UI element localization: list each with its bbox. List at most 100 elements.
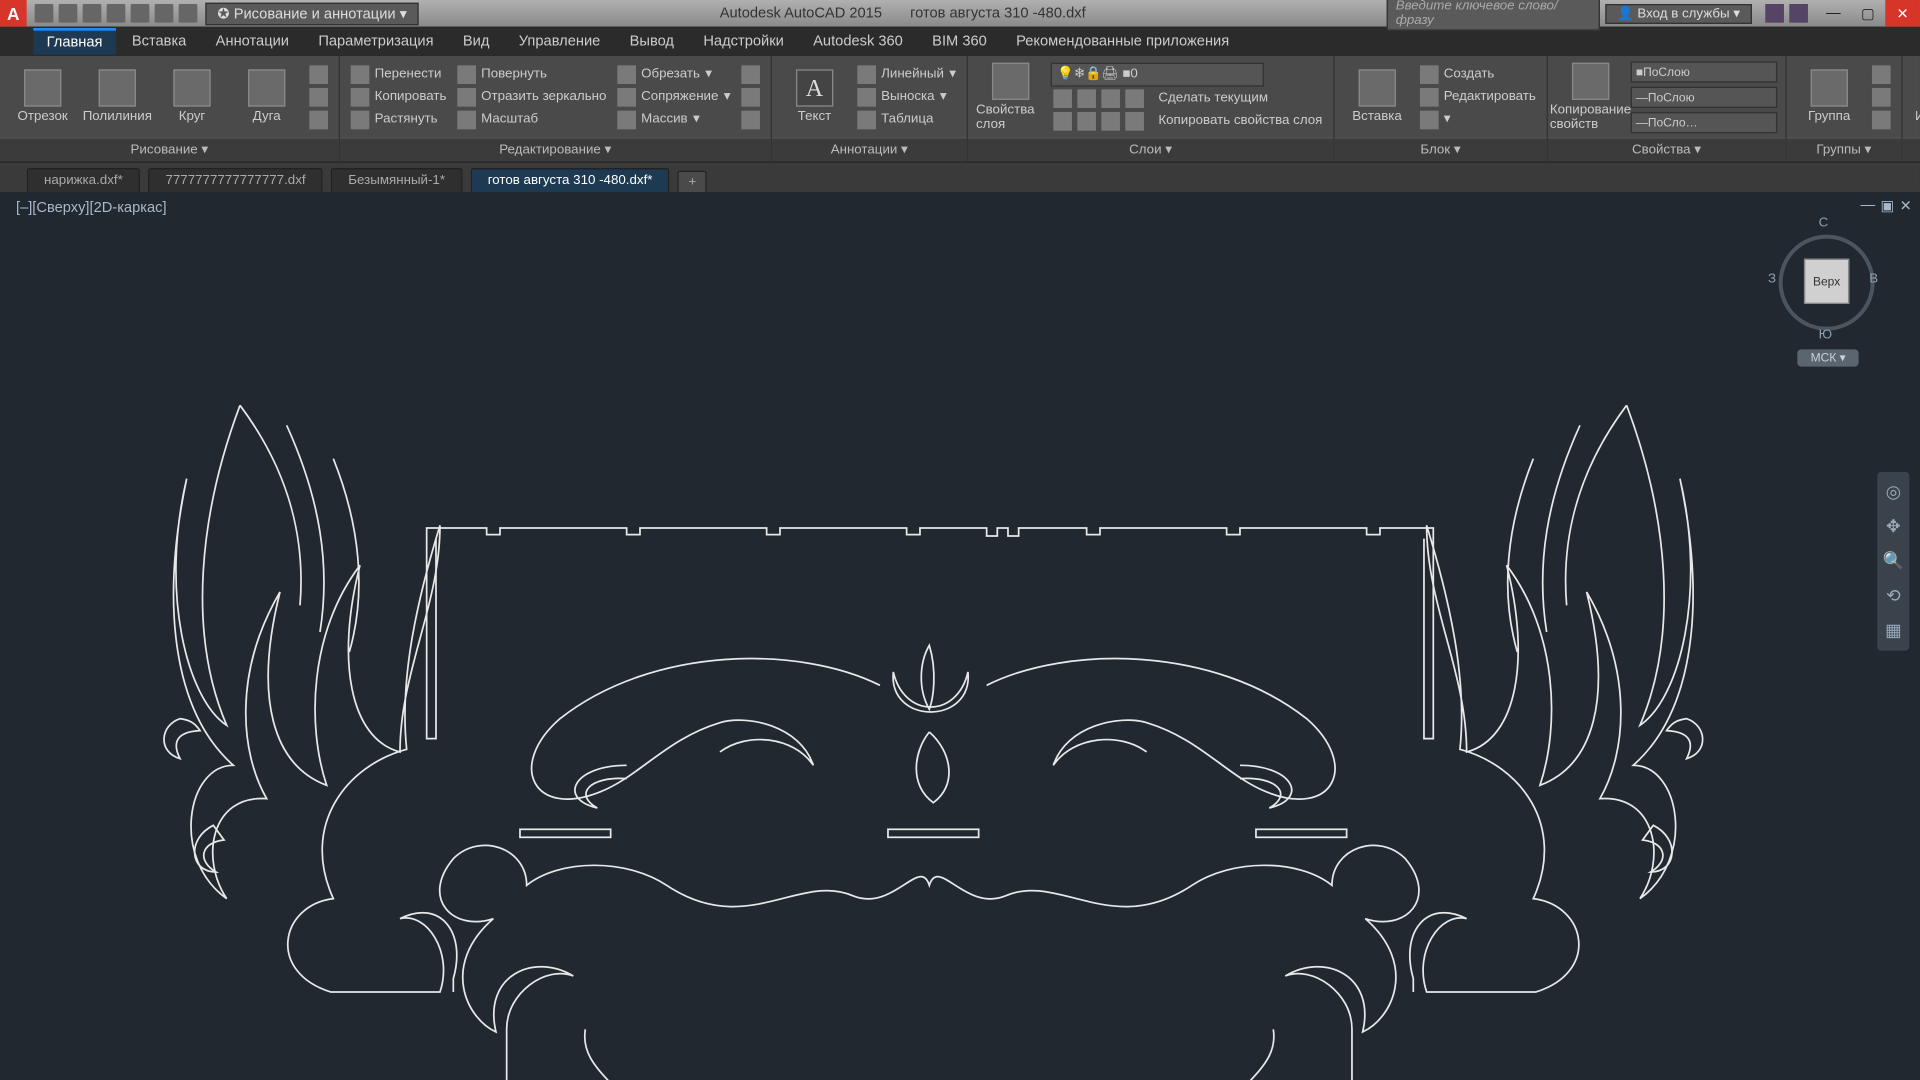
modify-extra-2[interactable] bbox=[738, 86, 762, 107]
table-button[interactable]: Таблица bbox=[854, 109, 958, 130]
stretch-button[interactable]: Растянуть bbox=[348, 109, 449, 130]
fillet-button[interactable]: Сопряжение ▾ bbox=[614, 86, 733, 107]
help-search-input[interactable]: Введите ключевое слово/фразу bbox=[1386, 0, 1599, 31]
qat-redo-icon[interactable] bbox=[179, 4, 198, 23]
ribbon-title-draw[interactable]: Рисование ▾ bbox=[0, 137, 339, 161]
ribbon-title-layers[interactable]: Слои ▾ bbox=[968, 137, 1333, 161]
match-props-button[interactable]: Копирование свойств bbox=[1556, 62, 1625, 131]
leader-button[interactable]: Выноска ▾ bbox=[854, 86, 958, 107]
file-tab[interactable]: нарижка.dxf* bbox=[27, 168, 140, 192]
copy-button[interactable]: Копировать bbox=[348, 86, 449, 107]
tab-parametric[interactable]: Параметризация bbox=[305, 29, 447, 53]
exchange-icon[interactable] bbox=[1765, 4, 1784, 23]
tab-insert[interactable]: Вставка bbox=[118, 29, 199, 53]
navigation-bar: ◎ ✥ 🔍 ⟲ ▦ bbox=[1877, 472, 1909, 651]
move-icon bbox=[351, 65, 370, 84]
file-tab-active[interactable]: готов августа 310 -480.dxf* bbox=[470, 168, 669, 192]
draw-extra-1[interactable] bbox=[307, 63, 331, 84]
scale-button[interactable]: Масштаб bbox=[454, 109, 609, 130]
ribbon-title-annot[interactable]: Аннотации ▾ bbox=[772, 137, 967, 161]
nav-zoom-icon[interactable]: 🔍 bbox=[1883, 551, 1904, 572]
modify-extra-3[interactable] bbox=[738, 109, 762, 130]
tab-home[interactable]: Главная bbox=[33, 28, 115, 55]
measure-button[interactable]: Измерить bbox=[1910, 69, 1920, 124]
ribbon-title-props[interactable]: Свойства ▾ bbox=[1548, 137, 1785, 161]
text-icon: A bbox=[796, 69, 833, 106]
drawing-content bbox=[0, 192, 1920, 1080]
text-button[interactable]: AТекст bbox=[780, 69, 849, 124]
title-bar: A ✪ Рисование и аннотации ▾ Autodesk Aut… bbox=[0, 0, 1920, 27]
group-button[interactable]: Группа bbox=[1794, 69, 1863, 124]
edit-attr-button[interactable]: ▾ bbox=[1417, 109, 1538, 130]
ribbon-title-utils[interactable]: Утилиты ▾ bbox=[1902, 137, 1920, 161]
file-tab[interactable]: Безымянный-1* bbox=[331, 168, 462, 192]
qat-plot-icon[interactable] bbox=[131, 4, 150, 23]
ucs-dropdown[interactable]: МСК ▾ bbox=[1797, 349, 1859, 366]
qat-save-icon[interactable] bbox=[83, 4, 102, 23]
nav-wheel-icon[interactable]: ◎ bbox=[1883, 481, 1904, 502]
tab-addins[interactable]: Надстройки bbox=[690, 29, 797, 53]
tab-output[interactable]: Вывод bbox=[616, 29, 687, 53]
tab-annotate[interactable]: Аннотации bbox=[202, 29, 302, 53]
move-button[interactable]: Перенести bbox=[348, 63, 449, 84]
tab-view[interactable]: Вид bbox=[450, 29, 503, 53]
viewcube-face[interactable]: Верх bbox=[1804, 259, 1849, 304]
signin-button[interactable]: 👤 Вход в службы ▾ bbox=[1605, 3, 1752, 23]
nav-pan-icon[interactable]: ✥ bbox=[1883, 516, 1904, 537]
qat-open-icon[interactable] bbox=[59, 4, 78, 23]
linetype-dropdown[interactable]: — ПоСло… bbox=[1630, 111, 1777, 132]
nav-orbit-icon[interactable]: ⟲ bbox=[1883, 585, 1904, 606]
rotate-icon bbox=[457, 65, 476, 84]
tab-manage[interactable]: Управление bbox=[505, 29, 613, 53]
close-button[interactable]: ✕ bbox=[1885, 0, 1920, 27]
ribbon-title-modify[interactable]: Редактирование ▾ bbox=[340, 137, 770, 161]
line-button[interactable]: Отрезок bbox=[8, 69, 77, 124]
maximize-button[interactable]: ▢ bbox=[1851, 0, 1886, 27]
qat-new-icon[interactable] bbox=[35, 4, 54, 23]
modify-extra-1[interactable] bbox=[738, 63, 762, 84]
draw-extra-2[interactable] bbox=[307, 86, 331, 107]
array-button[interactable]: Массив ▾ bbox=[614, 109, 733, 130]
ribbon-group-utils: Измерить Утилиты ▾ bbox=[1902, 56, 1920, 161]
draw-extra-3[interactable] bbox=[307, 109, 331, 130]
make-current-button[interactable]: Сделать текущим bbox=[1051, 87, 1325, 108]
ribbon-title-block[interactable]: Блок ▾ bbox=[1334, 137, 1546, 161]
color-dropdown[interactable]: ■ ПоСлою bbox=[1630, 61, 1777, 82]
layer-props-button[interactable]: Свойства слоя bbox=[976, 62, 1045, 131]
mirror-icon bbox=[457, 87, 476, 106]
create-block-button[interactable]: Создать bbox=[1417, 63, 1538, 84]
workspace-dropdown[interactable]: ✪ Рисование и аннотации ▾ bbox=[205, 2, 419, 25]
stretch-icon bbox=[351, 110, 370, 129]
tab-featured[interactable]: Рекомендованные приложения bbox=[1003, 29, 1243, 53]
tab-bim360[interactable]: BIM 360 bbox=[919, 29, 1000, 53]
help-icon[interactable] bbox=[1789, 4, 1808, 23]
polyline-button[interactable]: Полилиния bbox=[83, 69, 152, 124]
mirror-button[interactable]: Отразить зеркально bbox=[454, 86, 609, 107]
ribbon-group-draw: Отрезок Полилиния Круг Дуга Рисование ▾ bbox=[0, 56, 340, 161]
arc-button[interactable]: Дуга bbox=[232, 69, 301, 124]
qat-undo-icon[interactable] bbox=[155, 4, 174, 23]
linear-dim-button[interactable]: Линейный ▾ bbox=[854, 63, 958, 84]
minimize-button[interactable]: — bbox=[1816, 0, 1851, 27]
trim-button[interactable]: Обрезать ▾ bbox=[614, 63, 733, 84]
match-props-icon bbox=[1572, 62, 1609, 99]
circle-button[interactable]: Круг bbox=[157, 69, 226, 124]
match-layer-button[interactable]: Копировать свойства слоя bbox=[1051, 110, 1325, 131]
qat-saveas-icon[interactable] bbox=[107, 4, 126, 23]
lineweight-dropdown[interactable]: — ПоСлою bbox=[1630, 86, 1777, 107]
file-tabs: нарижка.dxf* 7777777777777777.dxf Безымя… bbox=[0, 163, 1920, 192]
view-cube[interactable]: Верх С Ю В З МСК ▾ bbox=[1773, 216, 1880, 349]
rotate-button[interactable]: Повернуть bbox=[454, 63, 609, 84]
nav-showmotion-icon[interactable]: ▦ bbox=[1883, 620, 1904, 641]
edit-block-button[interactable]: Редактировать bbox=[1417, 86, 1538, 107]
tab-a360[interactable]: Autodesk 360 bbox=[800, 29, 916, 53]
insert-block-button[interactable]: Вставка bbox=[1342, 69, 1411, 124]
ribbon-group-modify: Перенести Копировать Растянуть Повернуть… bbox=[340, 56, 772, 161]
fillet-icon bbox=[617, 87, 636, 106]
app-logo[interactable]: A bbox=[0, 0, 27, 27]
ribbon-title-groups[interactable]: Группы ▾ bbox=[1786, 137, 1901, 161]
new-tab-button[interactable]: + bbox=[678, 171, 707, 192]
layer-dropdown[interactable]: 💡❄🔒🖨 ■ 0 bbox=[1051, 62, 1264, 86]
drawing-area[interactable]: [–][Сверху][2D-каркас] — ▣ ✕ bbox=[0, 192, 1920, 1080]
file-tab[interactable]: 7777777777777777.dxf bbox=[148, 168, 323, 192]
